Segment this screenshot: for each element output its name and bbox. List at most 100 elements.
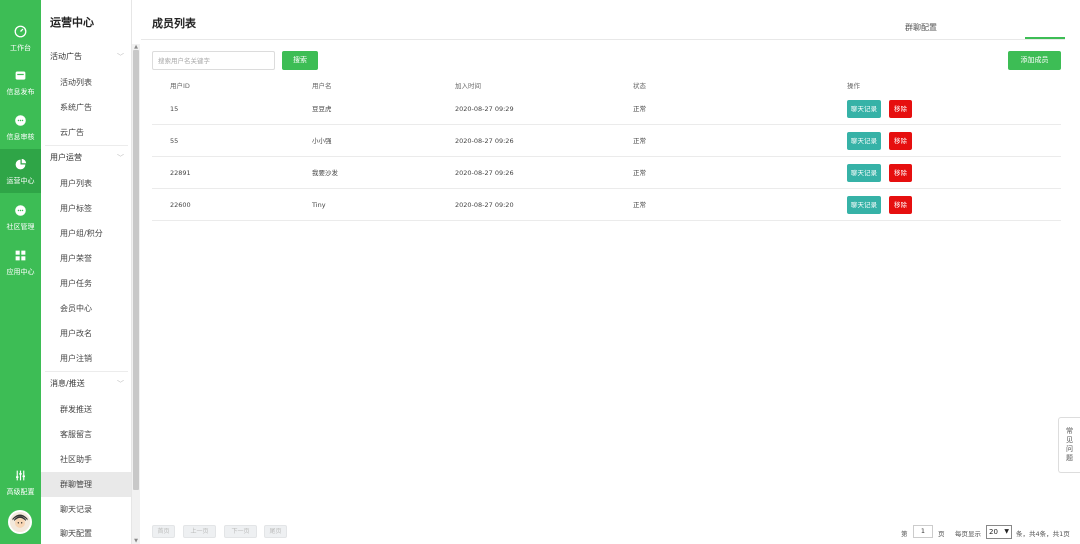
pagination-summary: 条，共4条，共1页 <box>1016 530 1070 538</box>
rail-item-label: 工作台 <box>10 43 31 52</box>
chevron-down-icon: ﹀ <box>117 53 124 61</box>
menu-item-system-ads[interactable]: 系统广告 <box>41 95 131 120</box>
first-page-button[interactable]: 首页 <box>152 525 175 538</box>
rail-item-label: 运营中心 <box>6 176 35 185</box>
cell-join-time: 2020-08-27 09:26 <box>455 137 514 145</box>
faq-char: 常 <box>1066 427 1073 435</box>
menu-item-member-center[interactable]: 会员中心 <box>41 296 131 321</box>
menu-item-mass-push[interactable]: 群发推送 <box>41 397 131 422</box>
tab-active-indicator <box>1025 37 1065 39</box>
cell-join-time: 2020-08-27 09:26 <box>455 169 514 177</box>
menu-group-label: 用户运营 <box>50 153 82 162</box>
pie-chart-icon <box>13 157 29 173</box>
chat-history-button[interactable]: 聊天记录 <box>847 100 881 118</box>
menu-item-user-groups-points[interactable]: 用户组/积分 <box>41 221 131 246</box>
cell-username: 豆豆虎 <box>312 105 332 113</box>
rail-item-community[interactable]: 社区管理 <box>0 195 41 239</box>
table-row: 55 小小强 2020-08-27 09:26 正常 聊天记录 移除 <box>152 125 1061 157</box>
page-prefix: 第 <box>901 530 908 538</box>
last-page-button[interactable]: 尾页 <box>264 525 287 538</box>
column-header-join-time: 加入时间 <box>455 82 481 90</box>
search-button[interactable]: 搜索 <box>282 51 318 70</box>
page-suffix: 页 <box>938 530 945 538</box>
cell-user-id: 55 <box>170 137 179 145</box>
chevron-down-icon: ﹀ <box>117 380 124 388</box>
scroll-down-icon[interactable]: ▼ <box>132 538 140 544</box>
column-header-actions: 操作 <box>847 82 860 90</box>
rail-item-review[interactable]: 信息审核 <box>0 105 41 149</box>
menu-item-group-chat-management[interactable]: 群聊管理 <box>41 472 131 497</box>
cell-status: 正常 <box>633 201 646 209</box>
menu-group-user-ops[interactable]: 用户运营 ﹀ <box>41 146 131 170</box>
menu-group-messages-push[interactable]: 消息/推送 ﹀ <box>41 372 131 396</box>
cell-status: 正常 <box>633 137 646 145</box>
rail-item-label: 高级配置 <box>6 487 35 496</box>
cell-username: 我要沙发 <box>312 169 338 177</box>
chat-history-button[interactable]: 聊天记录 <box>847 132 881 150</box>
publish-icon <box>13 68 29 84</box>
menu-item-user-deregister[interactable]: 用户注销 <box>41 346 131 371</box>
rail-item-advanced-config[interactable]: 高级配置 <box>0 460 41 504</box>
menu-item-user-tags[interactable]: 用户标签 <box>41 196 131 221</box>
menu-item-activity-list[interactable]: 活动列表 <box>41 70 131 95</box>
table-row: 15 豆豆虎 2020-08-27 09:29 正常 聊天记录 移除 <box>152 93 1061 125</box>
members-table: 用户ID 用户名 加入时间 状态 操作 15 豆豆虎 2020-08-27 09… <box>152 80 1061 221</box>
cell-join-time: 2020-08-27 09:29 <box>455 105 514 113</box>
primary-nav-rail: 工作台 信息发布 信息审核 运营中心 社区管理 应用中心 高级配置 <box>0 0 41 544</box>
search-input[interactable] <box>152 51 275 70</box>
rail-item-label: 信息审核 <box>6 132 35 141</box>
rail-item-label: 应用中心 <box>6 267 35 276</box>
next-page-button[interactable]: 下一页 <box>224 525 257 538</box>
faq-side-tab[interactable]: 常 见 问 题 <box>1058 417 1080 473</box>
menu-item-user-list[interactable]: 用户列表 <box>41 171 131 196</box>
cell-user-id: 22600 <box>170 201 191 209</box>
chat-history-button[interactable]: 聊天记录 <box>847 164 881 182</box>
faq-char: 见 <box>1066 436 1073 444</box>
cell-join-time: 2020-08-27 09:20 <box>455 201 514 209</box>
menu-group-activity-ads[interactable]: 活动广告 ﹀ <box>41 45 131 69</box>
prev-page-button[interactable]: 上一页 <box>183 525 216 538</box>
menu-item-user-honors[interactable]: 用户荣誉 <box>41 246 131 271</box>
remove-button[interactable]: 移除 <box>889 100 912 118</box>
rail-item-apps[interactable]: 应用中心 <box>0 240 41 284</box>
menu-item-chat-history[interactable]: 聊天记录 <box>41 497 131 522</box>
table-header: 用户ID 用户名 加入时间 状态 操作 <box>152 80 1061 93</box>
cell-user-id: 15 <box>170 105 179 113</box>
menu-item-chat-settings[interactable]: 聊天配置 <box>41 521 131 544</box>
submenu-title: 运营中心 <box>50 16 94 29</box>
menu-item-support-messages[interactable]: 客服留言 <box>41 422 131 447</box>
chevron-down-icon: ▼ <box>1004 528 1009 535</box>
scrollbar-thumb[interactable] <box>133 50 139 490</box>
add-member-button[interactable]: 添加成员 <box>1008 51 1061 70</box>
rail-item-operations[interactable]: 运营中心 <box>0 149 41 193</box>
chat-history-button[interactable]: 聊天记录 <box>847 196 881 214</box>
chevron-down-icon: ﹀ <box>117 154 124 162</box>
per-page-select[interactable]: 20 ▼ <box>986 525 1012 539</box>
column-header-username: 用户名 <box>312 82 332 90</box>
cell-username: 小小强 <box>312 137 332 145</box>
per-page-value: 20 <box>989 528 998 536</box>
table-row: 22891 我要沙发 2020-08-27 09:26 正常 聊天记录 移除 <box>152 157 1061 189</box>
rail-item-workbench[interactable]: 工作台 <box>0 16 41 60</box>
menu-item-user-rename[interactable]: 用户改名 <box>41 321 131 346</box>
menu-group-label: 消息/推送 <box>50 379 85 388</box>
secondary-menu: 运营中心 活动广告 ﹀ 活动列表 系统广告 云广告 用户运营 ﹀ 用户列表 用户… <box>41 0 132 544</box>
submenu-scrollbar[interactable]: ▲ ▼ <box>132 44 140 544</box>
remove-button[interactable]: 移除 <box>889 132 912 150</box>
remove-button[interactable]: 移除 <box>889 164 912 182</box>
rail-item-publish[interactable]: 信息发布 <box>0 60 41 104</box>
menu-item-user-tasks[interactable]: 用户任务 <box>41 271 131 296</box>
tab-group-chat-settings[interactable]: 群聊配置 <box>905 22 937 33</box>
faq-char: 题 <box>1066 454 1073 462</box>
menu-item-cloud-ads[interactable]: 云广告 <box>41 120 131 145</box>
table-row: 22600 Tiny 2020-08-27 09:20 正常 聊天记录 移除 <box>152 189 1061 221</box>
app-window: 工作台 信息发布 信息审核 运营中心 社区管理 应用中心 高级配置 运营中心 活… <box>0 0 1080 544</box>
remove-button[interactable]: 移除 <box>889 196 912 214</box>
avatar[interactable] <box>8 510 32 534</box>
cell-status: 正常 <box>633 169 646 177</box>
main-content: 成员列表 群聊配置 搜索 添加成员 用户ID 用户名 加入时间 状态 操作 15… <box>141 0 1080 544</box>
menu-item-community-assistant[interactable]: 社区助手 <box>41 447 131 472</box>
community-icon <box>13 203 29 219</box>
page-number-input[interactable]: 1 <box>913 525 933 538</box>
menu-group-label: 活动广告 <box>50 52 82 61</box>
